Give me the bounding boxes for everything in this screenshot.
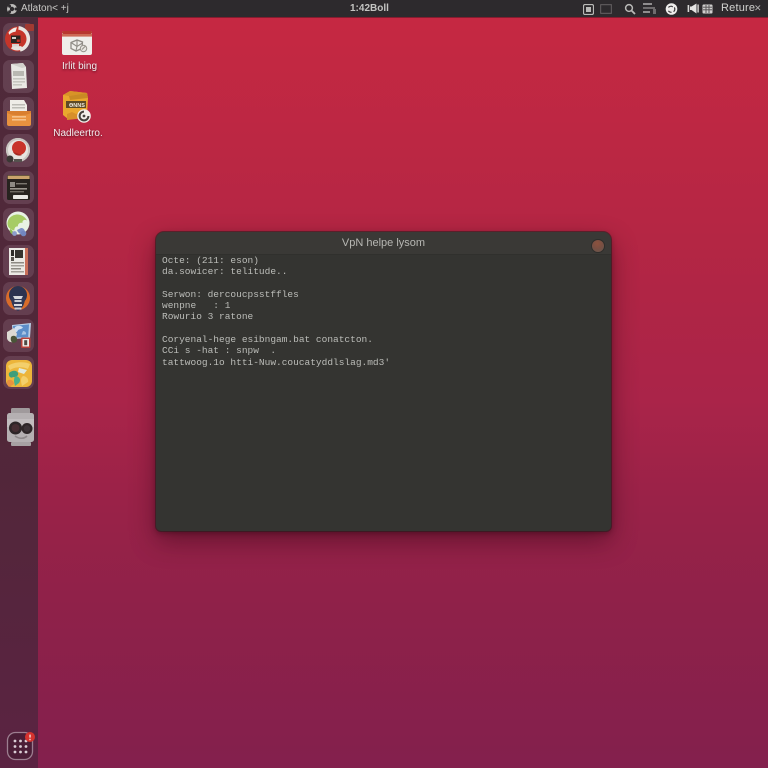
svg-text:ϴNΝS: ϴNΝS <box>69 103 85 109</box>
